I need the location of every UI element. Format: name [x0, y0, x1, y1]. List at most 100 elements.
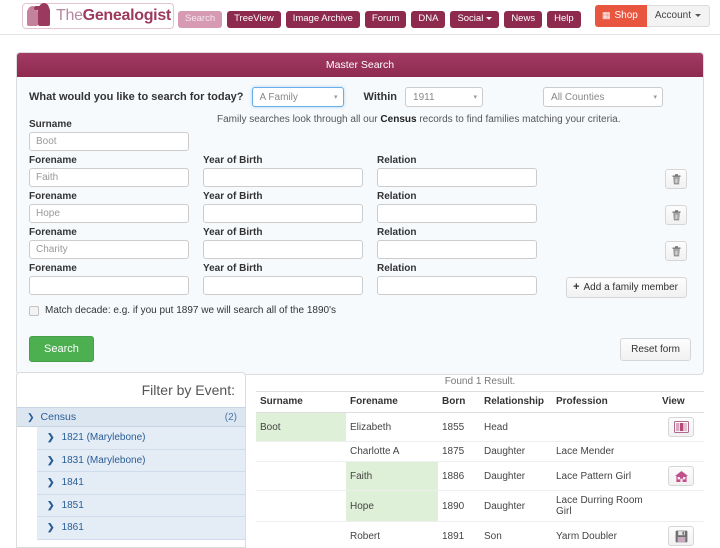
- search-question-label: What would you like to search for today?: [29, 91, 244, 103]
- view-house-button[interactable]: [668, 466, 694, 486]
- nav-item-treeview[interactable]: TreeView: [227, 11, 281, 28]
- search-type-value: A Family: [259, 91, 298, 103]
- delete-family-member-button[interactable]: [665, 169, 687, 189]
- nav-item-dna[interactable]: DNA: [411, 11, 446, 28]
- form-buttons-row: Search Reset form: [29, 336, 691, 362]
- match-decade-row[interactable]: Match decade: e.g. if you put 1897 we wi…: [29, 305, 691, 316]
- delete-family-member-button[interactable]: [665, 241, 687, 261]
- year-of-birth-input[interactable]: [203, 276, 363, 295]
- year-of-birth-input[interactable]: [203, 240, 363, 259]
- results-table: Surname Forename Born Relationship Professio…: [256, 391, 704, 548]
- relation-input[interactable]: [377, 168, 537, 187]
- add-family-member-button[interactable]: + Add a family member: [566, 277, 687, 298]
- born-text: 1855: [442, 421, 465, 433]
- match-decade-checkbox[interactable]: [29, 305, 39, 316]
- shop-icon: ▦: [601, 10, 611, 20]
- forename-input[interactable]: Hope: [29, 204, 189, 223]
- chevron-down-icon: [486, 16, 493, 20]
- search-type-row: What would you like to search for today?…: [29, 87, 691, 107]
- nav-item-social[interactable]: Social: [450, 11, 500, 28]
- cell-view: [658, 412, 704, 442]
- within-year-select[interactable]: 1911: [405, 87, 484, 107]
- cell-profession: Lace Mender: [552, 441, 658, 462]
- relation-field-group: Relation: [377, 155, 537, 187]
- relation-input[interactable]: [377, 276, 537, 295]
- view-save-button[interactable]: [668, 526, 694, 546]
- table-row: Robert 1891 Son Yarm Doubler: [256, 521, 704, 548]
- cell-view: [658, 521, 704, 548]
- cell-born: 1875: [438, 441, 480, 462]
- nav-item-label: Search: [185, 13, 216, 24]
- column-header-born: Born: [438, 391, 480, 413]
- cell-surname: [256, 441, 346, 462]
- table-body: Boot Elizabeth 1855 Head Charlotte A 1875 Daug…: [256, 412, 704, 548]
- cell-surname: [256, 461, 346, 491]
- forename-text: Elizabeth: [350, 421, 392, 433]
- delete-family-member-button[interactable]: [665, 205, 687, 225]
- trash-icon: [672, 173, 680, 184]
- nav-item-label: News: [511, 13, 536, 24]
- trash-icon: [672, 245, 680, 256]
- cell-surname: [256, 521, 346, 548]
- forename-input[interactable]: [29, 276, 189, 295]
- surname-input[interactable]: Boot: [29, 132, 189, 151]
- cell-forename: Elizabeth: [346, 412, 438, 442]
- cell-surname: [256, 490, 346, 522]
- shop-button[interactable]: ▦ Shop: [594, 5, 647, 27]
- filter-item-1851[interactable]: ❯ 1851: [37, 494, 245, 517]
- column-header-label: Forename: [350, 396, 398, 407]
- filter-item-1841[interactable]: ❯ 1841: [37, 472, 245, 495]
- filter-group-census[interactable]: ❯ Census (2): [17, 407, 245, 427]
- chevron-right-icon: ❯: [47, 522, 55, 533]
- filter-item-label: 1861: [61, 522, 84, 534]
- relation-field-group: Relation: [377, 263, 537, 295]
- year-of-birth-input[interactable]: [203, 204, 363, 223]
- reset-form-button[interactable]: Reset form: [620, 337, 691, 361]
- forename-field-group: Forename Hope: [29, 191, 189, 223]
- family-member-row: Forename Charity Year of Birth Relation: [29, 227, 691, 261]
- chevron-right-icon: ❯: [47, 499, 55, 510]
- relation-field-group: Relation: [377, 227, 537, 259]
- account-menu-button[interactable]: Account: [646, 5, 710, 27]
- forename-text: Faith: [350, 470, 373, 482]
- forename-field-group: Forename Faith: [29, 155, 189, 187]
- site-logo[interactable]: TheGenealogist: [22, 3, 174, 29]
- family-member-row: Forename Faith Year of Birth Relation: [29, 155, 691, 189]
- search-type-select[interactable]: A Family: [251, 87, 344, 107]
- nav-item-forum[interactable]: Forum: [364, 11, 407, 28]
- forename-input[interactable]: Charity: [29, 240, 189, 259]
- column-header-label: Surname: [260, 396, 303, 407]
- logo-text: TheGenealogist: [56, 7, 171, 25]
- cell-relationship: Son: [480, 521, 552, 548]
- cell-view: [658, 441, 704, 462]
- filter-item-1831-marylebone-[interactable]: ❯ 1831 (Marylebone): [37, 449, 245, 472]
- search-button[interactable]: Search: [29, 336, 94, 362]
- trash-icon: [672, 209, 680, 220]
- relation-input[interactable]: [377, 240, 537, 259]
- chevron-right-icon: ❯: [47, 432, 55, 443]
- filter-sub-list: ❯ 1821 (Marylebone) ❯ 1831 (Marylebone) ❯ 184…: [17, 427, 245, 540]
- panel-title: Master Search: [17, 53, 703, 77]
- filter-item-1861[interactable]: ❯ 1861: [37, 517, 245, 540]
- chevron-right-icon: ❯: [47, 477, 55, 488]
- nav-item-image-archive[interactable]: Image Archive: [285, 11, 360, 28]
- forename-field-group: Forename Charity: [29, 227, 189, 259]
- main-navigation: Search TreeView Image Archive Forum DNA Socia…: [178, 11, 581, 28]
- filter-item-1821-marylebone-[interactable]: ❯ 1821 (Marylebone): [37, 427, 245, 450]
- county-select[interactable]: All Counties: [543, 87, 664, 107]
- nav-item-search[interactable]: Search: [178, 11, 223, 28]
- cell-profession: Lace Durring Room Girl: [552, 490, 658, 522]
- relation-input[interactable]: [377, 204, 537, 223]
- view-records-button[interactable]: [668, 417, 694, 437]
- cell-relationship: Head: [480, 412, 552, 442]
- year-of-birth-input[interactable]: [203, 168, 363, 187]
- year-of-birth-field-group: Year of Birth: [203, 155, 363, 187]
- year-of-birth-label: Year of Birth: [203, 263, 263, 274]
- nav-item-news[interactable]: News: [504, 11, 543, 28]
- relationship-text: Son: [484, 530, 502, 542]
- forename-input[interactable]: Faith: [29, 168, 189, 187]
- surname-label: Surname: [29, 119, 72, 130]
- cell-profession: Yarm Doubler: [552, 521, 658, 548]
- nav-item-help[interactable]: Help: [547, 11, 581, 28]
- relationship-text: Daughter: [484, 470, 526, 482]
